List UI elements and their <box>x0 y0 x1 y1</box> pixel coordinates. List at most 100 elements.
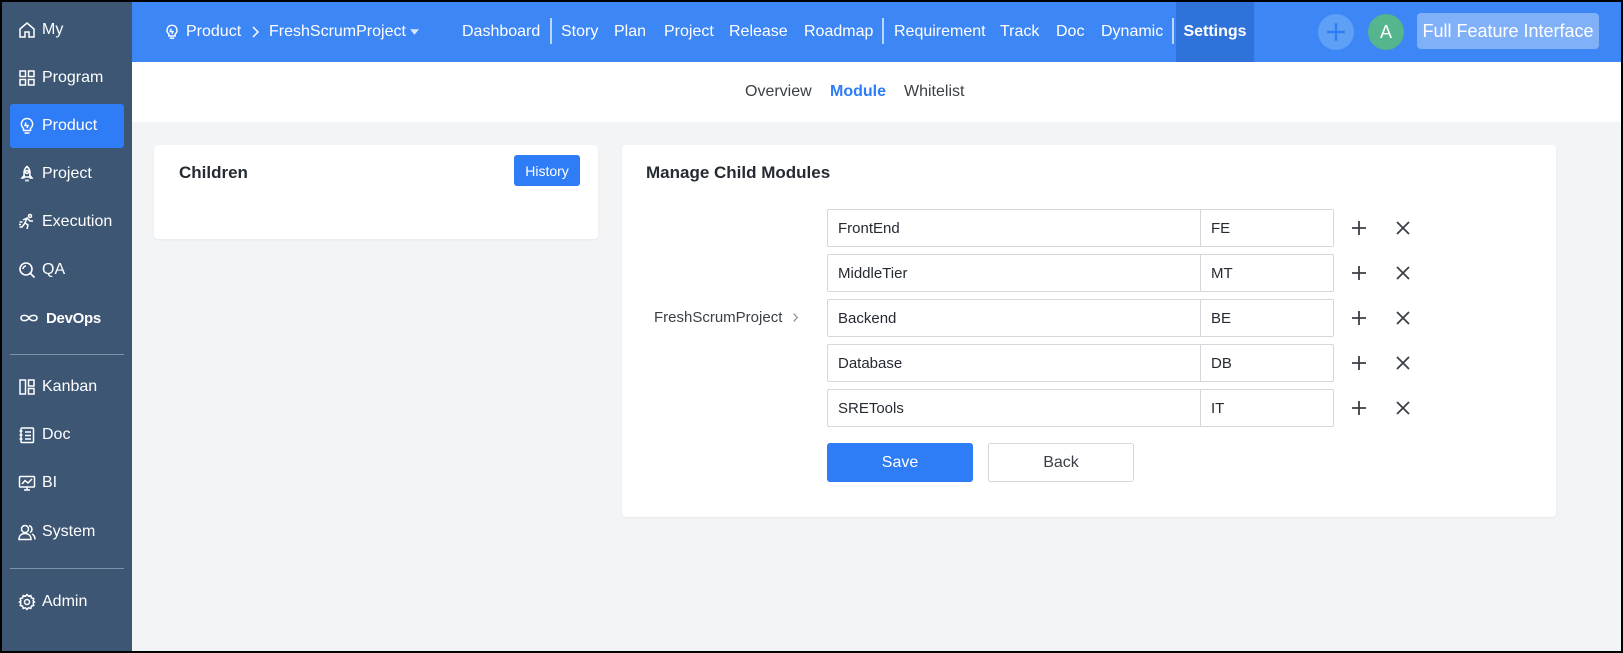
module-name-input[interactable] <box>827 389 1201 427</box>
sidebar-item-devops[interactable]: DevOps <box>10 296 124 340</box>
close-icon[interactable] <box>1393 263 1413 283</box>
sidebar-item-doc[interactable]: Doc <box>10 413 124 457</box>
add-icon[interactable] <box>1349 263 1369 283</box>
history-label: History <box>525 162 569 179</box>
nav-label: Requirement <box>894 23 986 40</box>
sidebar-item-label: Admin <box>42 593 88 610</box>
nav-label: Doc <box>1056 23 1085 40</box>
sidebar-item-my[interactable]: My <box>10 8 124 52</box>
nav-doc[interactable]: Doc <box>1056 2 1084 62</box>
nav-label: Roadmap <box>804 23 874 40</box>
nav-separator <box>550 18 552 44</box>
tab-label: Whitelist <box>904 83 965 100</box>
module-row <box>827 254 1427 292</box>
lightbulb-icon <box>166 24 178 39</box>
tab-whitelist[interactable]: Whitelist <box>904 62 964 122</box>
home-icon <box>19 22 35 38</box>
sidebar-item-label: Program <box>42 69 104 86</box>
sidebar-item-program[interactable]: Program <box>10 56 124 100</box>
nav-dynamic[interactable]: Dynamic <box>1101 2 1163 62</box>
back-button[interactable]: Back <box>988 443 1134 482</box>
module-row <box>827 344 1427 382</box>
breadcrumb-current-label: FreshScrumProject <box>269 23 406 40</box>
add-icon[interactable] <box>1349 218 1369 238</box>
children-title: Children <box>179 163 248 182</box>
sidebar-item-execution[interactable]: Execution <box>10 200 124 244</box>
nav-plan[interactable]: Plan <box>614 2 646 62</box>
module-short-input[interactable] <box>1200 299 1334 337</box>
plus-icon <box>1327 23 1345 41</box>
manage-title: Manage Child Modules <box>646 163 831 182</box>
nav-label: Settings <box>1183 23 1247 40</box>
tab-overview[interactable]: Overview <box>745 62 812 122</box>
nav-label: Track <box>1000 23 1040 40</box>
gear-icon <box>18 593 36 611</box>
nav-dashboard[interactable]: Dashboard <box>462 2 540 62</box>
sidebar-item-label: Product <box>42 117 98 134</box>
breadcrumb-product[interactable]: Product <box>164 2 241 62</box>
grid-icon <box>19 70 35 86</box>
close-icon[interactable] <box>1393 218 1413 238</box>
nav-requirement[interactable]: Requirement <box>894 2 986 62</box>
close-icon[interactable] <box>1393 308 1413 328</box>
close-icon[interactable] <box>1393 398 1413 418</box>
module-short-input[interactable] <box>1200 344 1334 382</box>
sidebar-item-bi[interactable]: BI <box>10 461 124 505</box>
module-short-input[interactable] <box>1200 254 1334 292</box>
add-icon[interactable] <box>1349 398 1369 418</box>
nav-label: Release <box>729 23 788 40</box>
nav-separator <box>1172 18 1174 44</box>
document-icon <box>19 427 35 444</box>
create-button[interactable] <box>1318 14 1354 50</box>
sidebar-item-kanban[interactable]: Kanban <box>10 365 124 409</box>
sidebar-item-label: System <box>42 523 96 540</box>
module-name-input[interactable] <box>827 209 1201 247</box>
module-name-input[interactable] <box>827 299 1201 337</box>
close-icon[interactable] <box>1393 353 1413 373</box>
full-feature-interface-button[interactable]: Full Feature Interface <box>1417 13 1599 49</box>
nav-separator <box>882 18 884 44</box>
avatar[interactable]: A <box>1368 14 1404 50</box>
tab-label: Module <box>830 83 886 100</box>
sidebar-item-product[interactable]: Product <box>10 104 124 148</box>
nav-project[interactable]: Project <box>664 2 714 62</box>
sidebar-item-system[interactable]: System <box>10 510 124 554</box>
add-icon[interactable] <box>1349 308 1369 328</box>
module-name-input[interactable] <box>827 344 1201 382</box>
module-short-input[interactable] <box>1200 389 1334 427</box>
nav-label: Project <box>664 23 714 40</box>
add-icon[interactable] <box>1349 353 1369 373</box>
sidebar-item-label: Project <box>42 165 92 182</box>
sidebar-item-qa[interactable]: QA <box>10 248 124 292</box>
nav-release[interactable]: Release <box>729 2 788 62</box>
sidebar-item-admin[interactable]: Admin <box>10 580 124 624</box>
sidebar-divider <box>10 568 124 569</box>
nav-label: Plan <box>614 23 647 40</box>
breadcrumb-root-label: Product <box>186 23 242 40</box>
avatar-letter: A <box>1379 21 1392 42</box>
runner-icon <box>19 213 33 230</box>
module-short-input[interactable] <box>1200 209 1334 247</box>
sidebar-item-label: QA <box>42 261 66 278</box>
sidebar: My Program Product Project Execution QA … <box>2 2 132 651</box>
module-row <box>827 299 1427 337</box>
module-name-input[interactable] <box>827 254 1201 292</box>
sub-navbar: Overview Module Whitelist <box>132 62 1621 122</box>
nav-roadmap[interactable]: Roadmap <box>804 2 873 62</box>
breadcrumb-project-switcher[interactable]: FreshScrumProject <box>269 2 419 62</box>
sidebar-item-label: DevOps <box>46 309 101 327</box>
children-panel: Children History <box>154 145 598 239</box>
nav-track[interactable]: Track <box>1000 2 1039 62</box>
nav-settings[interactable]: Settings <box>1176 2 1254 62</box>
sidebar-item-label: BI <box>42 474 58 491</box>
module-row <box>827 389 1427 427</box>
manage-child-modules-panel: Manage Child Modules FreshScrumProject F… <box>622 145 1556 517</box>
history-button[interactable]: History <box>514 155 580 186</box>
nav-label: Dynamic <box>1101 23 1164 40</box>
nav-story[interactable]: Story <box>561 2 598 62</box>
tab-module[interactable]: Module <box>830 62 886 122</box>
sidebar-item-project[interactable]: Project <box>10 152 124 196</box>
module-row <box>827 209 1427 247</box>
save-button[interactable]: Save <box>827 443 973 482</box>
parent-module: FreshScrumProject <box>654 309 799 326</box>
